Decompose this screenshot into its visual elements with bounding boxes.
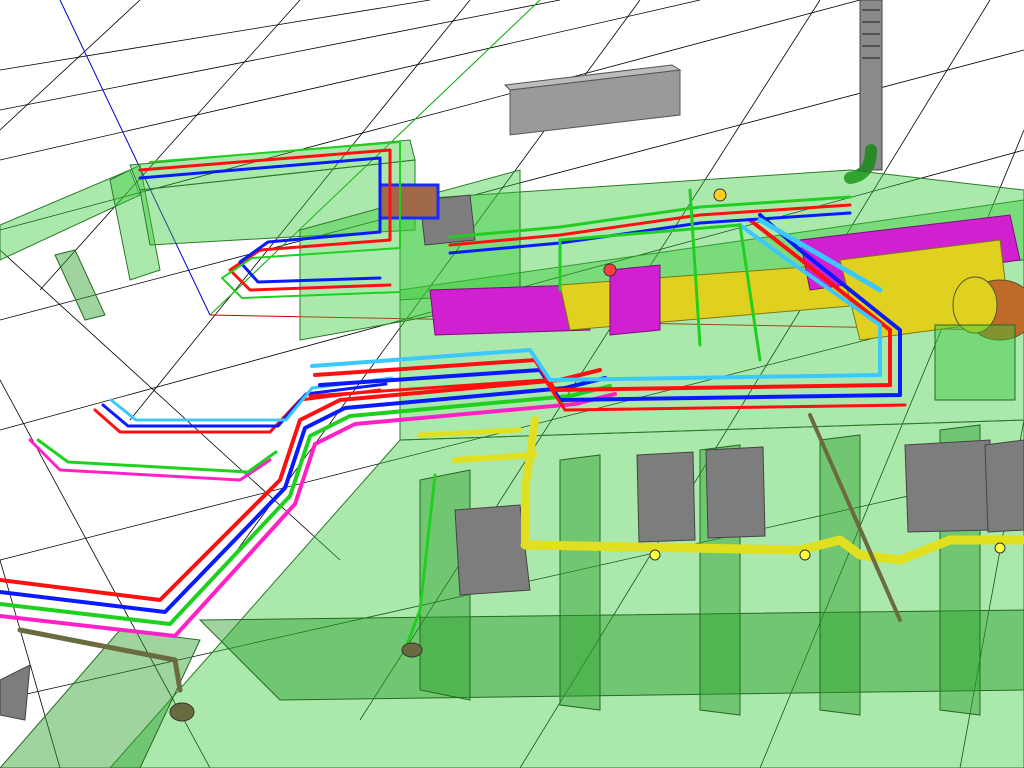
floating-equipment-box[interactable] — [503, 64, 682, 136]
mep-model-scene[interactable] — [0, 0, 1024, 768]
exhaust-stack[interactable] — [844, 0, 883, 184]
3d-model-viewport[interactable] — [0, 0, 1024, 768]
